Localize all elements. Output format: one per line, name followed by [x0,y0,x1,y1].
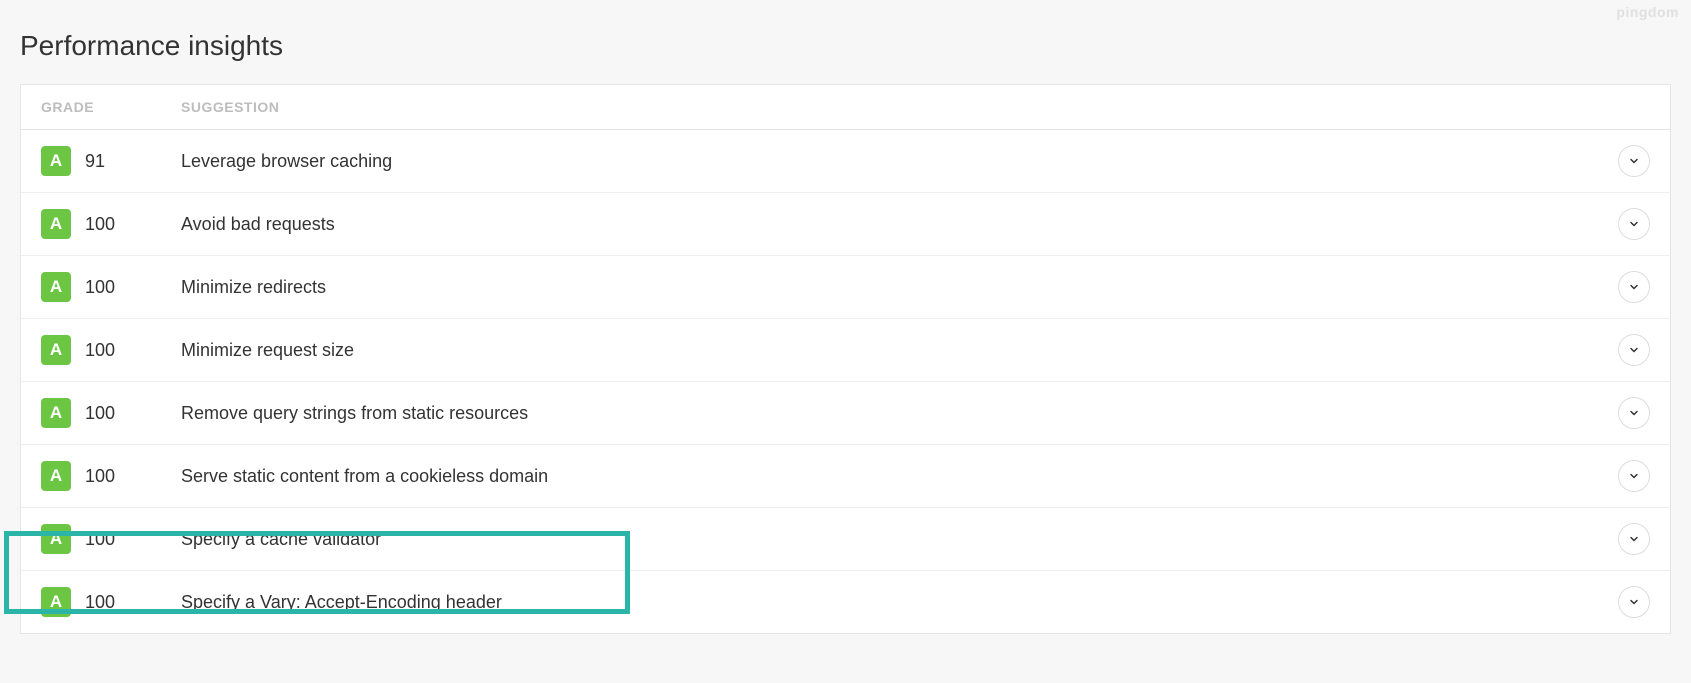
watermark: pingdom [1616,4,1679,20]
insight-row[interactable]: A 100 Minimize redirects [21,256,1670,319]
suggestion-text: Minimize request size [181,340,1618,361]
expand-button[interactable] [1618,271,1650,303]
table-header: GRADE SUGGESTION [21,85,1670,130]
insight-row[interactable]: A 100 Specify a cache validator [21,508,1670,571]
expand-button[interactable] [1618,334,1650,366]
suggestion-text: Leverage browser caching [181,151,1618,172]
chevron-down-icon [1628,407,1640,419]
chevron-down-icon [1628,533,1640,545]
suggestion-column-header: SUGGESTION [181,99,1650,115]
insight-row[interactable]: A 100 Avoid bad requests [21,193,1670,256]
expand-button[interactable] [1618,460,1650,492]
grade-cell: A 91 [41,146,181,176]
chevron-down-icon [1628,470,1640,482]
performance-insights-panel: Performance insights GRADE SUGGESTION A9… [0,0,1691,664]
grade-cell: A 100 [41,587,181,617]
chevron-down-icon [1628,155,1640,167]
grade-badge: A [41,524,71,554]
expand-button[interactable] [1618,586,1650,618]
grade-score: 100 [85,529,115,550]
expand-button[interactable] [1618,397,1650,429]
chevron-down-icon [1628,344,1640,356]
grade-badge: A [41,587,71,617]
grade-score: 100 [85,340,115,361]
grade-score: 91 [85,151,105,172]
insights-table: GRADE SUGGESTION A 91 Leverage browser cac… [20,84,1671,634]
grade-score: 100 [85,277,115,298]
grade-badge: A [41,272,71,302]
grade-cell: A 100 [41,209,181,239]
grade-column-header: GRADE [41,99,181,115]
suggestion-text: Minimize redirects [181,277,1618,298]
grade-score: 100 [85,214,115,235]
suggestion-text: Avoid bad requests [181,214,1618,235]
expand-button[interactable] [1618,145,1650,177]
chevron-down-icon [1628,596,1640,608]
suggestion-text: Serve static content from a cookieless d… [181,466,1618,487]
grade-badge: A [41,335,71,365]
grade-badge: A [41,398,71,428]
suggestion-text: Specify a Vary: Accept-Encoding header [181,592,1618,613]
insight-row[interactable]: A 100 Minimize request size [21,319,1670,382]
suggestion-text: Remove query strings from static resourc… [181,403,1618,424]
grade-badge: A [41,461,71,491]
page-title: Performance insights [20,30,1671,62]
suggestion-text: Specify a cache validator [181,529,1618,550]
grade-badge: A [41,146,71,176]
grade-score: 100 [85,466,115,487]
chevron-down-icon [1628,281,1640,293]
grade-cell: A 100 [41,398,181,428]
expand-button[interactable] [1618,523,1650,555]
grade-score: 100 [85,403,115,424]
grade-score: 100 [85,592,115,613]
expand-button[interactable] [1618,208,1650,240]
chevron-down-icon [1628,218,1640,230]
grade-badge: A [41,209,71,239]
grade-cell: A 100 [41,524,181,554]
grade-cell: A 100 [41,335,181,365]
grade-cell: A 100 [41,461,181,491]
insight-row[interactable]: A 100 Serve static content from a cookiele… [21,445,1670,508]
insight-row[interactable]: A 100 Specify a Vary: Accept-Encoding head… [21,571,1670,633]
insight-row[interactable]: A 100 Remove query strings from static res… [21,382,1670,445]
grade-cell: A 100 [41,272,181,302]
insight-row[interactable]: A 91 Leverage browser caching [21,130,1670,193]
